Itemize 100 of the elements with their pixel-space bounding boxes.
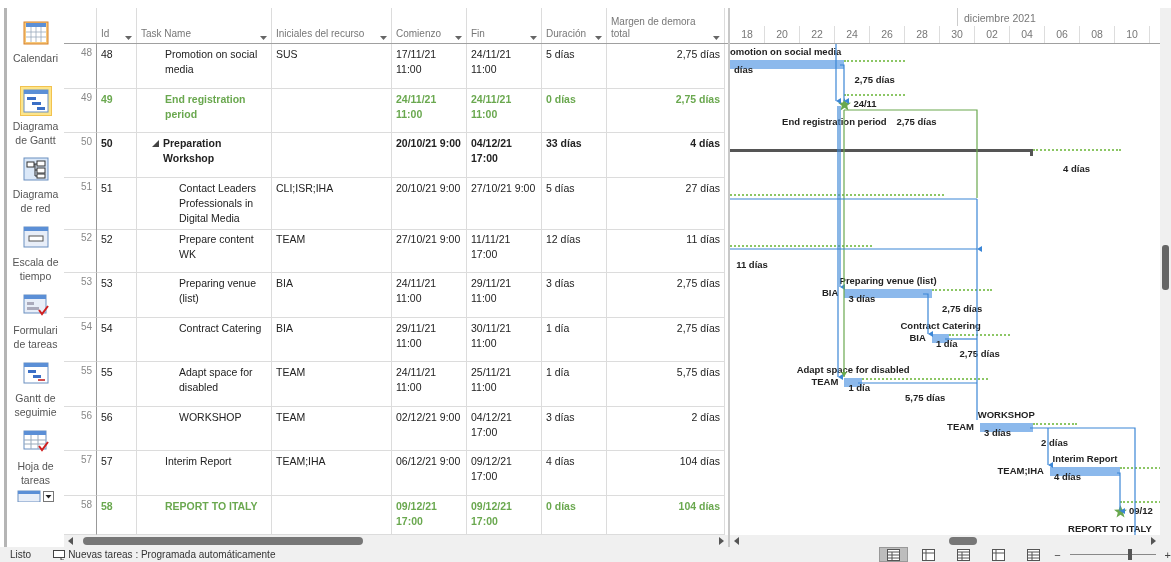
id-cell: 50	[97, 133, 137, 178]
column-header[interactable]: Comienzo	[396, 28, 442, 40]
task-bar[interactable]: 4 días	[1050, 466, 1120, 478]
column-header[interactable]: Duración	[546, 28, 587, 40]
task-name: Contact Leaders Professionals in Digital Media	[179, 180, 258, 226]
finish-cell: 11/11/21 17:00	[467, 228, 542, 273]
duration-cell: 0 días	[542, 495, 607, 535]
scroll-left-icon[interactable]	[68, 537, 73, 545]
slack-label: 2 días	[1041, 436, 1068, 449]
scrollbar-thumb[interactable]	[83, 537, 363, 545]
slack-cell: 11 días	[607, 228, 725, 273]
dropdown-caret-icon[interactable]	[380, 36, 387, 40]
milestone-date: 24/11	[853, 97, 877, 110]
form-icon	[22, 293, 49, 317]
column-header[interactable]: Id	[101, 28, 110, 40]
task-label: omotion on social media	[730, 46, 842, 58]
dropdown-caret-icon[interactable]	[530, 36, 537, 40]
view-label[interactable]: Gantt de seguimie	[7, 391, 64, 419]
zoom-thumb[interactable]	[1128, 549, 1133, 560]
view-icon[interactable]	[992, 548, 1006, 561]
collapse-icon[interactable]	[152, 140, 159, 147]
sheet-icon	[22, 429, 49, 453]
status-text: Listo	[10, 549, 32, 560]
timescale-day: 06	[1045, 25, 1080, 43]
view-label[interactable]: Formulari de tareas	[7, 323, 64, 351]
start-cell: 27/10/21 9:00	[392, 228, 467, 273]
view-shortcut-button[interactable]	[879, 547, 909, 562]
zoom-out-button[interactable]: −	[1054, 548, 1061, 561]
view-label[interactable]: Hoja de tareas	[7, 459, 64, 487]
duration-cell: 3 días	[542, 406, 607, 451]
milestone-label: End registration period	[782, 115, 887, 128]
resource-label: TEAM;IHA	[997, 465, 1044, 477]
milestone-date: 09/12	[1129, 504, 1153, 517]
duration-cell: 33 días	[542, 133, 607, 178]
dropdown-button[interactable]	[43, 491, 54, 502]
task-mode-text[interactable]: Nuevas tareas : Programada automáticamente	[68, 549, 276, 560]
finish-cell: 09/12/21 17:00	[467, 451, 542, 496]
slack-label: 5,75 días	[905, 392, 946, 404]
id-cell: 54	[97, 317, 137, 362]
task-bar[interactable]: 3 días	[844, 288, 932, 300]
view-label[interactable]: Diagrama de red	[7, 187, 64, 215]
task-label: Adapt space for disabled	[796, 364, 910, 376]
timescale-day: 26	[870, 25, 905, 43]
zoom-in-button[interactable]: +	[1164, 548, 1171, 561]
task-mode-icon[interactable]	[53, 549, 66, 560]
dropdown-caret-icon[interactable]	[595, 36, 602, 40]
task-name: End registration period	[165, 91, 247, 122]
summary-bar[interactable]	[730, 149, 1033, 156]
dropdown-caret-icon[interactable]	[125, 36, 132, 40]
dropdown-caret-icon[interactable]	[713, 36, 720, 40]
row-number: 56	[64, 406, 97, 451]
view-icon[interactable]	[922, 548, 936, 561]
calendar-icon	[22, 21, 49, 45]
timescale-day: 28	[905, 25, 940, 43]
view-label[interactable]: Calendari	[13, 51, 58, 65]
dropdown-caret-icon[interactable]	[455, 36, 462, 40]
task-bar[interactable]: días	[730, 59, 845, 71]
horizontal-scrollbar[interactable]	[64, 535, 728, 547]
start-cell: 24/11/21 11:00	[392, 362, 467, 407]
dropdown-caret-icon[interactable]	[260, 36, 267, 40]
task-bar[interactable]: 3 días	[980, 421, 1033, 434]
id-cell: 58	[97, 495, 137, 535]
slack-cell: 27 días	[607, 177, 725, 230]
task-label: Contract Catering	[900, 319, 981, 332]
scrollbar-thumb[interactable]	[1162, 245, 1169, 290]
column-header[interactable]: Task Name	[141, 28, 191, 40]
view-label[interactable]: Diagrama de Gantt	[7, 119, 64, 147]
row-number: 58	[64, 495, 97, 535]
view-label[interactable]: Escala de tiempo	[7, 255, 64, 283]
duration-cell: 1 día	[542, 362, 607, 407]
id-cell: 53	[97, 273, 137, 318]
id-cell: 52	[97, 228, 137, 273]
scroll-right-icon[interactable]	[1151, 537, 1156, 545]
scrollbar-thumb[interactable]	[949, 537, 977, 545]
row-number: 52	[64, 228, 97, 273]
start-cell: 24/11/21 11:00	[392, 273, 467, 318]
gantt-chart-icon	[22, 89, 49, 113]
column-header[interactable]: Margen de demora total	[611, 16, 714, 40]
row-number: 48	[64, 44, 97, 89]
timescale-day: 02	[975, 25, 1010, 43]
slack-line	[949, 333, 1010, 336]
view-icon[interactable]	[1027, 548, 1041, 561]
view-icon[interactable]	[957, 548, 971, 561]
scroll-right-icon[interactable]	[719, 537, 724, 545]
column-header[interactable]: Iniciales del recurso	[276, 28, 365, 40]
scroll-left-icon[interactable]	[734, 537, 739, 545]
column-header[interactable]: Fin	[471, 28, 485, 40]
milestone-label: REPORT TO ITALY	[1068, 522, 1152, 535]
slack-cell: 2,75 días	[607, 273, 725, 318]
finish-cell: 27/10/21 9:00	[467, 177, 542, 230]
duration-cell: 5 días	[542, 177, 607, 230]
id-cell: 57	[97, 451, 137, 496]
view-icon[interactable]	[887, 548, 901, 561]
vertical-scrollbar[interactable]	[1160, 8, 1171, 547]
task-name: Interim Report	[165, 454, 232, 469]
view-button[interactable]	[19, 86, 52, 116]
start-cell: 29/11/21 11:00	[392, 317, 467, 362]
id-cell: 48	[97, 44, 137, 89]
task-name: Contract Catering	[179, 320, 262, 336]
start-cell: 24/11/21 11:00	[392, 88, 467, 133]
